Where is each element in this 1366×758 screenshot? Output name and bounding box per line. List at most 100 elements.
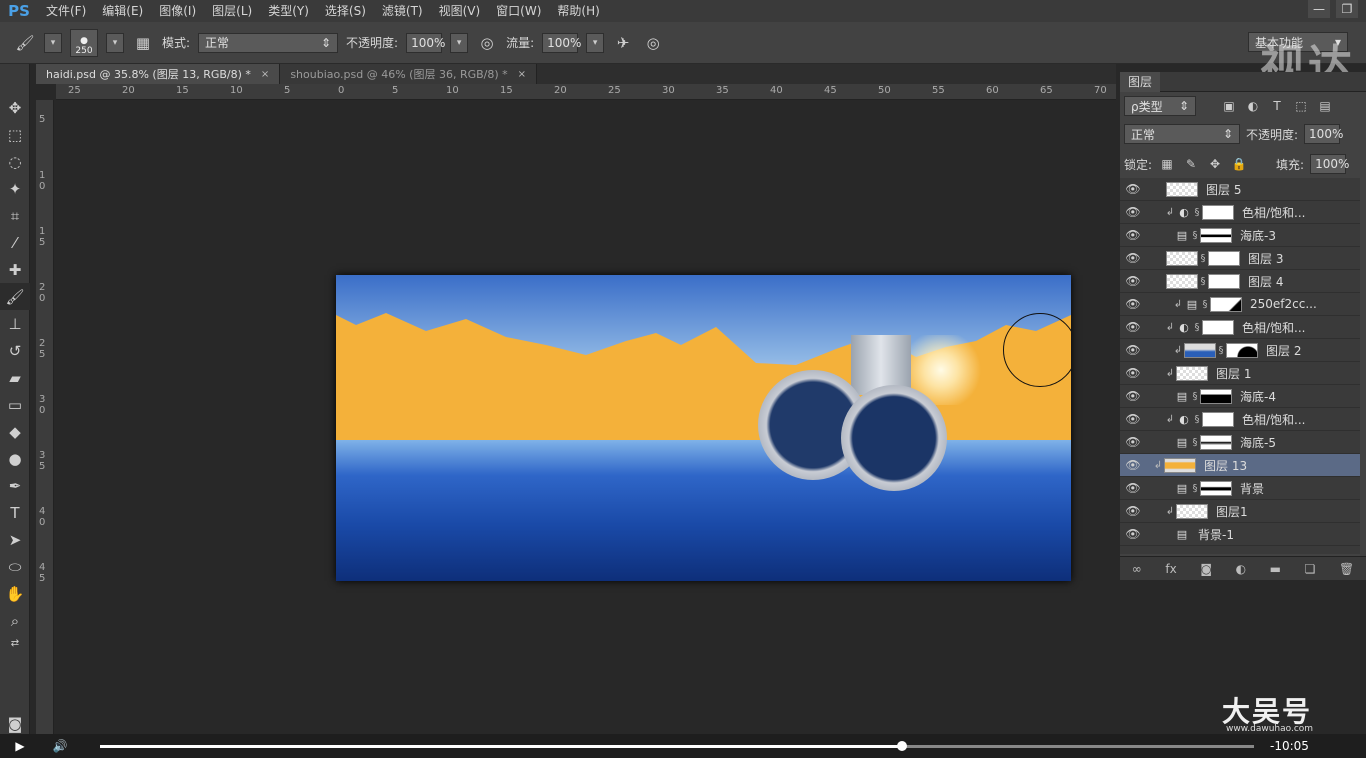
menu-view[interactable]: 视图(V) <box>431 0 489 22</box>
tab-shoubiao[interactable]: shoubiao.psd @ 46% (图层 36, RGB/8) * × <box>280 64 538 84</box>
tab-haidi[interactable]: haidi.psd @ 35.8% (图层 13, RGB/8) * × <box>36 64 281 84</box>
crop-tool-icon[interactable]: ⌗ <box>0 202 30 229</box>
new-group-icon[interactable]: ▬ <box>1270 562 1281 576</box>
link-layers-icon[interactable]: ∞ <box>1132 562 1142 576</box>
menu-file[interactable]: 文件(F) <box>38 0 94 22</box>
eye-icon[interactable]: 👁 <box>1120 228 1146 242</box>
layer-row[interactable]: 👁 ↲ ◐ § 色相/饱和... <box>1120 201 1360 224</box>
eye-icon[interactable]: 👁 <box>1120 504 1146 518</box>
fx-icon[interactable]: fx <box>1165 562 1176 576</box>
layer-row[interactable]: 👁 § 图层 4 <box>1120 270 1360 293</box>
lock-transparent-icon[interactable]: ▦ <box>1158 157 1176 171</box>
pressure-size-icon[interactable]: ◎ <box>642 32 664 54</box>
airbrush-icon[interactable]: ✈ <box>612 32 634 54</box>
magic-wand-tool-icon[interactable]: ✦ <box>0 175 30 202</box>
opacity-dropdown[interactable]: ▾ <box>450 32 469 53</box>
layer-opacity-input[interactable]: 100% <box>1304 124 1343 144</box>
shape-filter-icon[interactable]: ⬚ <box>1292 99 1310 113</box>
layer-row[interactable]: 👁 ▤ § 海底-4 <box>1120 385 1360 408</box>
path-select-tool-icon[interactable]: ➤ <box>0 526 30 553</box>
eye-icon[interactable]: 👁 <box>1120 481 1146 495</box>
layer-row[interactable]: 👁 ↲ ▤ § 250ef2cc... <box>1120 293 1360 316</box>
layer-row[interactable]: 👁 ▤ § 背景 <box>1120 477 1360 500</box>
adjustment-filter-icon[interactable]: ◐ <box>1244 99 1262 113</box>
mode-select[interactable]: 正常 ⇕ <box>198 32 339 53</box>
blur-tool-icon[interactable]: ◆ <box>0 418 30 445</box>
trash-icon[interactable]: 🗑 <box>1339 562 1354 576</box>
swap-colors-icon[interactable]: ⇄ <box>0 634 30 652</box>
progress-track[interactable] <box>100 741 1254 751</box>
new-layer-icon[interactable]: ❏ <box>1305 562 1316 576</box>
layer-row[interactable]: 👁 ↲ 图层 1 <box>1120 362 1360 385</box>
eye-icon[interactable]: 👁 <box>1120 458 1146 472</box>
menu-edit[interactable]: 编辑(E) <box>94 0 151 22</box>
brush-tool-icon[interactable]: 🖌 <box>0 283 30 310</box>
layer-row-selected[interactable]: 👁 ↲ 图层 13 <box>1120 454 1360 477</box>
pen-tool-icon[interactable]: ✒ <box>0 472 30 499</box>
menu-type[interactable]: 类型(Y) <box>260 0 317 22</box>
quick-mask-icon[interactable]: ◙ <box>0 710 30 737</box>
brush-size-picker[interactable]: ● 250 <box>70 28 98 57</box>
document-canvas[interactable] <box>336 275 1071 581</box>
smart-object-filter-icon[interactable]: ▤ <box>1316 99 1334 113</box>
close-icon[interactable]: × <box>261 69 269 80</box>
image-filter-icon[interactable]: ▣ <box>1220 99 1238 113</box>
layer-row[interactable]: 👁 ↲ ◐ § 色相/饱和... <box>1120 316 1360 339</box>
layer-row[interactable]: 👁 ▤ 背景-1 <box>1120 523 1360 546</box>
healing-tool-icon[interactable]: ✚ <box>0 256 30 283</box>
flow-dropdown[interactable]: ▾ <box>586 32 605 53</box>
move-tool-icon[interactable]: ✥ <box>0 94 30 121</box>
type-tool-icon[interactable]: T <box>0 499 30 526</box>
canvas-area[interactable] <box>56 100 1116 734</box>
menu-help[interactable]: 帮助(H) <box>549 0 607 22</box>
eyedropper-tool-icon[interactable]: ⁄ <box>0 229 30 256</box>
menu-image[interactable]: 图像(I) <box>151 0 204 22</box>
eye-icon[interactable]: 👁 <box>1120 527 1146 541</box>
layer-row[interactable]: 👁 ↲ 图层1 <box>1120 500 1360 523</box>
marquee-tool-icon[interactable]: ⬚ <box>0 121 30 148</box>
pressure-opacity-icon[interactable]: ◎ <box>476 32 498 54</box>
eye-icon[interactable]: 👁 <box>1120 205 1146 219</box>
lock-all-icon[interactable]: 🔒 <box>1230 157 1248 171</box>
zoom-tool-icon[interactable]: ⌕ <box>0 607 30 634</box>
eye-icon[interactable]: 👁 <box>1120 274 1146 288</box>
eraser-tool-icon[interactable]: ▰ <box>0 364 30 391</box>
menu-select[interactable]: 选择(S) <box>317 0 374 22</box>
layer-row[interactable]: 👁 图层 5 <box>1120 178 1360 201</box>
restore-button[interactable]: ❐ <box>1336 0 1358 18</box>
eye-icon[interactable]: 👁 <box>1120 412 1146 426</box>
menu-window[interactable]: 窗口(W) <box>488 0 549 22</box>
stamp-tool-icon[interactable]: ⊥ <box>0 310 30 337</box>
brush-panel-icon[interactable]: ▦ <box>132 32 154 54</box>
lasso-tool-icon[interactable]: ◌ <box>0 148 30 175</box>
flow-input[interactable]: 100% <box>542 32 581 53</box>
layer-row[interactable]: 👁 § 图层 3 <box>1120 247 1360 270</box>
layer-row[interactable]: 👁 ▤ § 海底-5 <box>1120 431 1360 454</box>
lock-position-icon[interactable]: ✥ <box>1206 157 1224 171</box>
progress-knob[interactable] <box>897 741 908 751</box>
eye-icon[interactable]: 👁 <box>1120 251 1146 265</box>
shape-tool-icon[interactable]: ⬭ <box>0 553 30 580</box>
layer-row[interactable]: 👁 ▤ § 海底-3 <box>1120 224 1360 247</box>
gradient-tool-icon[interactable]: ▭ <box>0 391 30 418</box>
menu-filter[interactable]: 滤镜(T) <box>374 0 431 22</box>
add-mask-icon[interactable]: ◙ <box>1200 562 1212 576</box>
history-brush-tool-icon[interactable]: ↺ <box>0 337 30 364</box>
play-icon[interactable]: ▶ <box>0 739 40 753</box>
brush-tool-icon[interactable]: 🖌 <box>14 32 36 54</box>
opacity-input[interactable]: 100% <box>406 32 445 53</box>
hand-tool-icon[interactable]: ✋ <box>0 580 30 607</box>
eye-icon[interactable]: 👁 <box>1120 435 1146 449</box>
tool-preset-dropdown[interactable]: ▾ <box>44 32 62 53</box>
lock-pixels-icon[interactable]: ✎ <box>1182 157 1200 171</box>
eye-icon[interactable]: 👁 <box>1120 389 1146 403</box>
minimize-button[interactable]: — <box>1308 0 1330 18</box>
fill-input[interactable]: 100% <box>1310 154 1349 174</box>
volume-icon[interactable]: 🔊 <box>40 739 80 753</box>
eye-icon[interactable]: 👁 <box>1120 320 1146 334</box>
eye-icon[interactable]: 👁 <box>1120 182 1146 196</box>
new-adjustment-icon[interactable]: ◐ <box>1236 562 1246 576</box>
brush-picker-dropdown[interactable]: ▾ <box>106 32 124 53</box>
close-icon[interactable]: × <box>518 69 526 80</box>
layer-row[interactable]: 👁 ↲ § 图层 2 <box>1120 339 1360 362</box>
